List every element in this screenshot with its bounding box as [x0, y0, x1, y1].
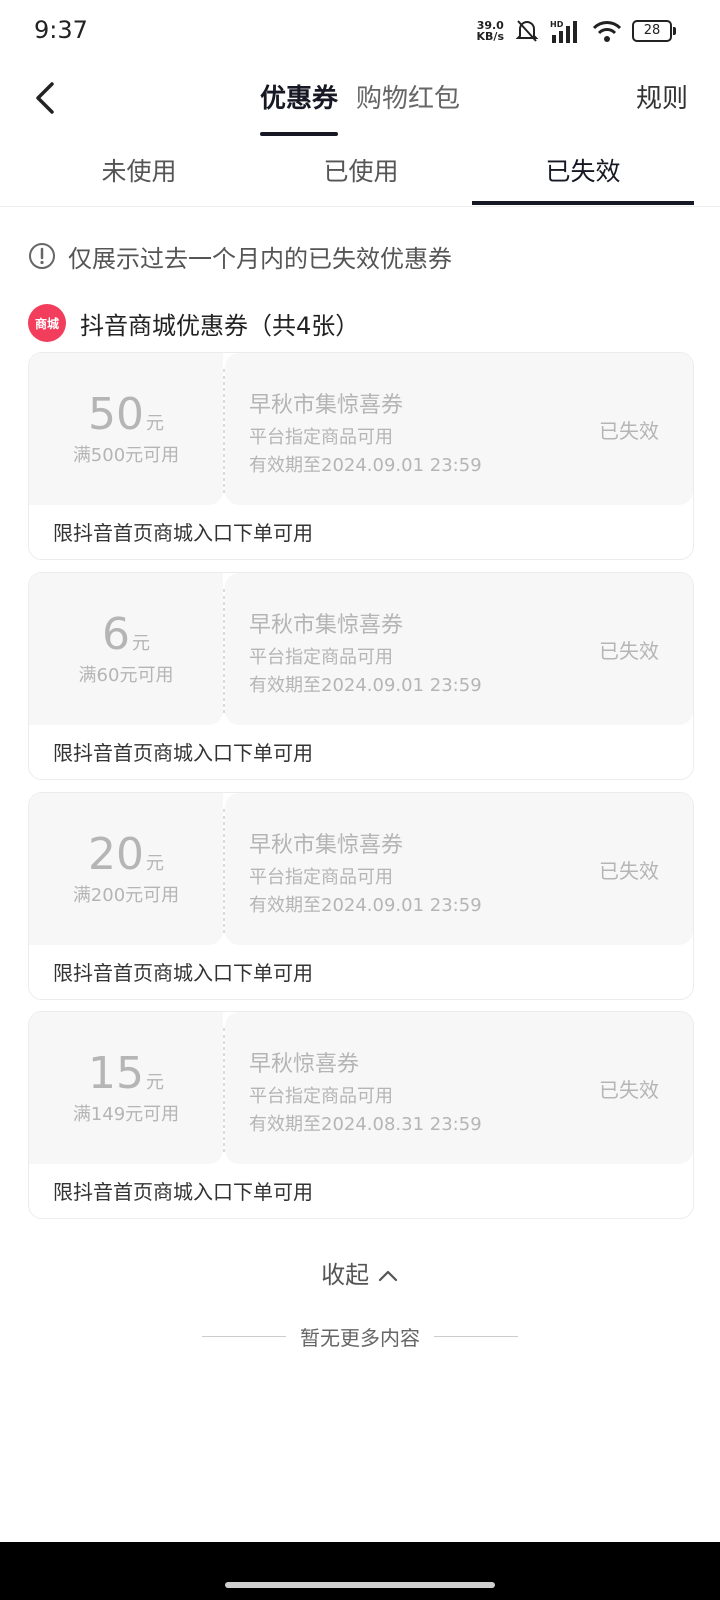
coupon-scope: 平台指定商品可用 — [249, 427, 393, 448]
coupon-title: 早秋惊喜券 — [249, 1052, 360, 1077]
coupon-unit: 元 — [146, 853, 164, 874]
coupon-status: 已失效 — [599, 639, 659, 663]
coupon-amount-line: 20 元 — [29, 829, 223, 880]
battery-level: 28 — [632, 20, 672, 42]
chevron-up-icon — [378, 1270, 397, 1282]
battery-tip — [673, 27, 676, 35]
sub-tab-unused[interactable]: 未使用 — [28, 152, 250, 188]
bell-muted-icon — [515, 20, 539, 42]
coupon-ticket: 6元 满60元可用 早秋市集惊喜券 平台指定商品可用 有效期至2024.09.0… — [29, 573, 693, 725]
coupon-info-area: 早秋惊喜券 平台指定商品可用 有效期至2024.08.31 23:59 已失效 — [225, 1012, 693, 1164]
sub-tabs: 未使用 已使用 已失效 — [0, 138, 720, 207]
coupon-amount: 20 — [88, 829, 144, 880]
no-more-content: 暂无更多内容 — [0, 1322, 720, 1351]
battery-icon: 28 — [632, 20, 676, 42]
divider-line — [202, 1336, 286, 1337]
divider-line — [434, 1336, 518, 1337]
coupon-info-area: 早秋市集惊喜券 平台指定商品可用 有效期至2024.09.01 23:59 已失… — [225, 793, 693, 945]
coupon-amount-line: 50 元 — [29, 389, 223, 440]
rules-button[interactable]: 规则 — [636, 78, 688, 115]
coupon-threshold: 满500元可用 — [72, 445, 180, 466]
coupon-usage-note: 限抖音首页商城入口下单可用 — [53, 741, 313, 765]
coupon-amount: 6 — [102, 609, 130, 660]
coupon-card[interactable]: 15 元 满149元可用 早秋惊喜券 平台指定商品可用 有效期至2024.08.3… — [28, 1011, 694, 1219]
coupon-usage-note: 限抖音首页商城入口下单可用 — [53, 521, 313, 545]
coupon-amount-area: 50 元 满500元可用 — [29, 353, 223, 505]
notice: 仅展示过去一个月内的已失效优惠券 — [28, 238, 452, 274]
coupon-scope: 平台指定商品可用 — [249, 867, 393, 888]
coupon-scope: 平台指定商品可用 — [249, 1086, 393, 1107]
coupon-threshold: 满200元可用 — [72, 885, 180, 906]
coupon-ticket: 50 元 满500元可用 早秋市集惊喜券 平台指定商品可用 有效期至2024.09… — [29, 353, 693, 505]
info-icon — [29, 243, 55, 269]
network-speed-unit: KB/s — [476, 30, 504, 43]
header: 优惠券 购物红包 规则 — [0, 62, 720, 138]
coupon-title: 早秋市集惊喜券 — [249, 613, 404, 638]
no-more-text: 暂无更多内容 — [300, 1326, 420, 1350]
coupon-amount-line: 15 元 — [29, 1048, 223, 1099]
coupon-unit: 元 — [146, 413, 164, 434]
coupon-title: 早秋市集惊喜券 — [249, 833, 404, 858]
back-arrow-icon[interactable] — [26, 76, 70, 120]
tab-coupons[interactable]: 优惠券 — [260, 78, 338, 115]
active-tab-indicator — [260, 132, 338, 136]
coupon-card[interactable]: 50 元 满500元可用 早秋市集惊喜券 平台指定商品可用 有效期至2024.09… — [28, 352, 694, 560]
sub-tab-used[interactable]: 已使用 — [250, 152, 472, 188]
coupon-usage-note: 限抖音首页商城入口下单可用 — [53, 961, 313, 985]
wifi-icon — [592, 21, 622, 42]
coupon-usage-note: 限抖音首页商城入口下单可用 — [53, 1180, 313, 1204]
coupon-unit: 元 — [132, 633, 150, 654]
coupon-title: 早秋市集惊喜券 — [249, 393, 404, 418]
coupon-status: 已失效 — [599, 1078, 659, 1102]
section-title: 抖音商城优惠券（共4张） — [80, 311, 360, 340]
status-bar: 9:37 39.0 KB/s HD 28 — [0, 0, 720, 62]
coupon-amount: 15 — [88, 1048, 144, 1099]
coupon-validity: 有效期至2024.09.01 23:59 — [249, 675, 482, 696]
network-speed: 39.0 KB/s — [477, 20, 504, 42]
coupon-unit: 元 — [146, 1072, 164, 1093]
coupon-amount-area: 6元 满60元可用 — [29, 573, 223, 725]
coupon-validity: 有效期至2024.08.31 23:59 — [249, 1114, 482, 1135]
coupon-amount-area: 20 元 满200元可用 — [29, 793, 223, 945]
cellular-signal-icon: HD — [550, 20, 577, 43]
notice-text: 仅展示过去一个月内的已失效优惠券 — [68, 244, 452, 273]
status-time: 9:37 — [34, 16, 88, 44]
coupon-info-area: 早秋市集惊喜券 平台指定商品可用 有效期至2024.09.01 23:59 已失… — [225, 573, 693, 725]
tab-shopping-red-packet[interactable]: 购物红包 — [356, 78, 460, 115]
coupon-scope: 平台指定商品可用 — [249, 647, 393, 668]
coupon-ticket: 20 元 满200元可用 早秋市集惊喜券 平台指定商品可用 有效期至2024.09… — [29, 793, 693, 945]
system-nav-bar — [0, 1542, 720, 1600]
coupon-card[interactable]: 20 元 满200元可用 早秋市集惊喜券 平台指定商品可用 有效期至2024.09… — [28, 792, 694, 1000]
coupon-amount: 50 — [88, 389, 144, 440]
status-icons: 39.0 KB/s HD 28 — [477, 16, 676, 46]
coupon-validity: 有效期至2024.09.01 23:59 — [249, 895, 482, 916]
active-sub-tab-indicator — [472, 201, 694, 205]
coupon-card[interactable]: 6元 满60元可用 早秋市集惊喜券 平台指定商品可用 有效期至2024.09.0… — [28, 572, 694, 780]
section-header: 商城 抖音商城优惠券（共4张） — [28, 303, 359, 343]
collapse-button[interactable]: 收起 — [0, 1255, 720, 1290]
coupon-info-area: 早秋市集惊喜券 平台指定商品可用 有效期至2024.09.01 23:59 已失… — [225, 353, 693, 505]
coupon-validity: 有效期至2024.09.01 23:59 — [249, 455, 482, 476]
coupon-amount-line: 6元 — [29, 609, 223, 660]
collapse-label: 收起 — [321, 1261, 370, 1289]
coupon-status: 已失效 — [599, 859, 659, 883]
coupon-threshold: 满149元可用 — [72, 1104, 180, 1125]
hd-label: HD — [550, 20, 564, 29]
sub-tab-expired[interactable]: 已失效 — [472, 152, 694, 188]
coupon-amount-area: 15 元 满149元可用 — [29, 1012, 223, 1164]
shop-logo-icon: 商城 — [28, 304, 66, 342]
coupon-status: 已失效 — [599, 419, 659, 443]
coupon-threshold: 满60元可用 — [78, 665, 174, 686]
home-indicator[interactable] — [225, 1582, 495, 1588]
coupon-ticket: 15 元 满149元可用 早秋惊喜券 平台指定商品可用 有效期至2024.08.3… — [29, 1012, 693, 1164]
